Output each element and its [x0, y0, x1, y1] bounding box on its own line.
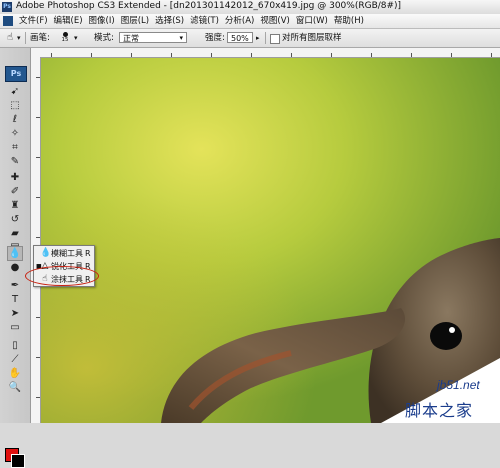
lasso-icon[interactable]: ℓ: [7, 112, 23, 127]
menu-image[interactable]: 图像(I): [86, 15, 118, 27]
healing-icon[interactable]: ✚: [7, 170, 23, 185]
history-brush-icon[interactable]: ↺: [7, 212, 23, 227]
options-bar: ☝ ▾ 画笔: 15 ▾ 模式: 正常 ▾ 强度: 50% ▸ 对所有图层取样: [0, 29, 500, 48]
background-color-swatch[interactable]: [11, 454, 25, 468]
mode-value: 正常: [123, 34, 139, 43]
flyout-item-blur[interactable]: 💧 模糊工具 R: [34, 247, 94, 260]
magic-wand-icon[interactable]: ✧: [7, 126, 23, 141]
menu-bar: 文件(F) 编辑(E) 图像(I) 图层(L) 选择(S) 滤镜(T) 分析(A…: [0, 14, 500, 29]
shape-icon[interactable]: ▭: [7, 320, 23, 335]
mode-select[interactable]: 正常 ▾: [119, 32, 187, 43]
type-icon[interactable]: T: [7, 292, 23, 307]
menu-file[interactable]: 文件(F): [16, 15, 51, 27]
drop-icon: 💧: [40, 248, 52, 258]
eyedropper-icon[interactable]: ⟋: [7, 352, 23, 367]
menu-analysis[interactable]: 分析(A): [222, 15, 257, 27]
zoom-icon[interactable]: 🔍: [7, 380, 23, 395]
title-bar: Ps Adobe Photoshop CS3 Extended - [dn201…: [0, 0, 500, 15]
document-window[interactable]: [31, 48, 500, 423]
clone-stamp-icon[interactable]: ♜: [7, 198, 23, 213]
highlight-circle: [25, 266, 99, 286]
vertical-ruler: [31, 57, 41, 423]
chevron-down-icon: ▾: [179, 34, 183, 42]
sample-all-layers-checkbox[interactable]: [270, 34, 280, 44]
mode-label: 模式:: [94, 33, 114, 43]
hand-icon[interactable]: ✋: [7, 366, 23, 381]
blur-icon[interactable]: 💧: [7, 246, 23, 261]
smudge-tool-preset-icon[interactable]: ☝: [3, 32, 17, 44]
menu-window[interactable]: 窗口(W): [293, 15, 331, 27]
pen-icon[interactable]: ✒: [7, 278, 23, 293]
notes-icon[interactable]: ▯: [7, 338, 23, 353]
move-icon[interactable]: ➹: [7, 84, 23, 99]
menu-edit[interactable]: 编辑(E): [51, 15, 86, 27]
brush-preview[interactable]: 15: [58, 30, 72, 44]
chevron-right-icon[interactable]: ▸: [256, 32, 260, 44]
brush-icon[interactable]: ✐: [7, 184, 23, 199]
marquee-icon[interactable]: ⬚: [7, 98, 23, 113]
menu-layer[interactable]: 图层(L): [118, 15, 152, 27]
crop-icon[interactable]: ⌗: [7, 140, 23, 155]
strength-value: 50%: [231, 34, 249, 43]
horizontal-ruler: [31, 48, 500, 58]
menu-filter[interactable]: 滤镜(T): [187, 15, 222, 27]
watermark-name: 脚本之家: [405, 401, 474, 420]
chevron-down-icon[interactable]: ▾: [17, 32, 21, 44]
brush-size: 15: [61, 37, 69, 43]
shortcut-key: R: [85, 249, 91, 258]
separator: [25, 32, 26, 44]
strength-label: 强度:: [205, 33, 225, 43]
chevron-down-icon[interactable]: ▾: [74, 32, 78, 44]
dodge-icon[interactable]: ●: [7, 260, 23, 275]
eraser-icon[interactable]: ▰: [7, 226, 23, 241]
brush-label: 画笔:: [30, 33, 50, 43]
flyout-item-label: 模糊工具: [51, 249, 83, 258]
toolbox: Ps ➹ ⬚ ℓ ✧ ⌗ ✎ ✚ ✐ ♜ ↺ ▰ ▤ 💧 ● ✒ T ➤ ▭ ▯…: [0, 48, 31, 468]
menu-help[interactable]: 帮助(H): [331, 15, 367, 27]
canvas-image[interactable]: [41, 58, 500, 423]
menu-view[interactable]: 视图(V): [257, 15, 292, 27]
separator: [265, 32, 266, 44]
photoshop-app-icon: Ps: [2, 2, 12, 12]
menu-select[interactable]: 选择(S): [152, 15, 187, 27]
sample-all-layers-label: 对所有图层取样: [282, 33, 342, 43]
path-select-icon[interactable]: ➤: [7, 306, 23, 321]
slice-icon[interactable]: ✎: [7, 154, 23, 169]
ps-menu-icon[interactable]: [3, 16, 13, 26]
window-title: Adobe Photoshop CS3 Extended - [dn201301…: [16, 1, 402, 11]
strength-input[interactable]: 50%: [227, 32, 253, 43]
watermark-site: jb51.net: [437, 378, 480, 392]
ps-logo: Ps: [5, 66, 27, 82]
